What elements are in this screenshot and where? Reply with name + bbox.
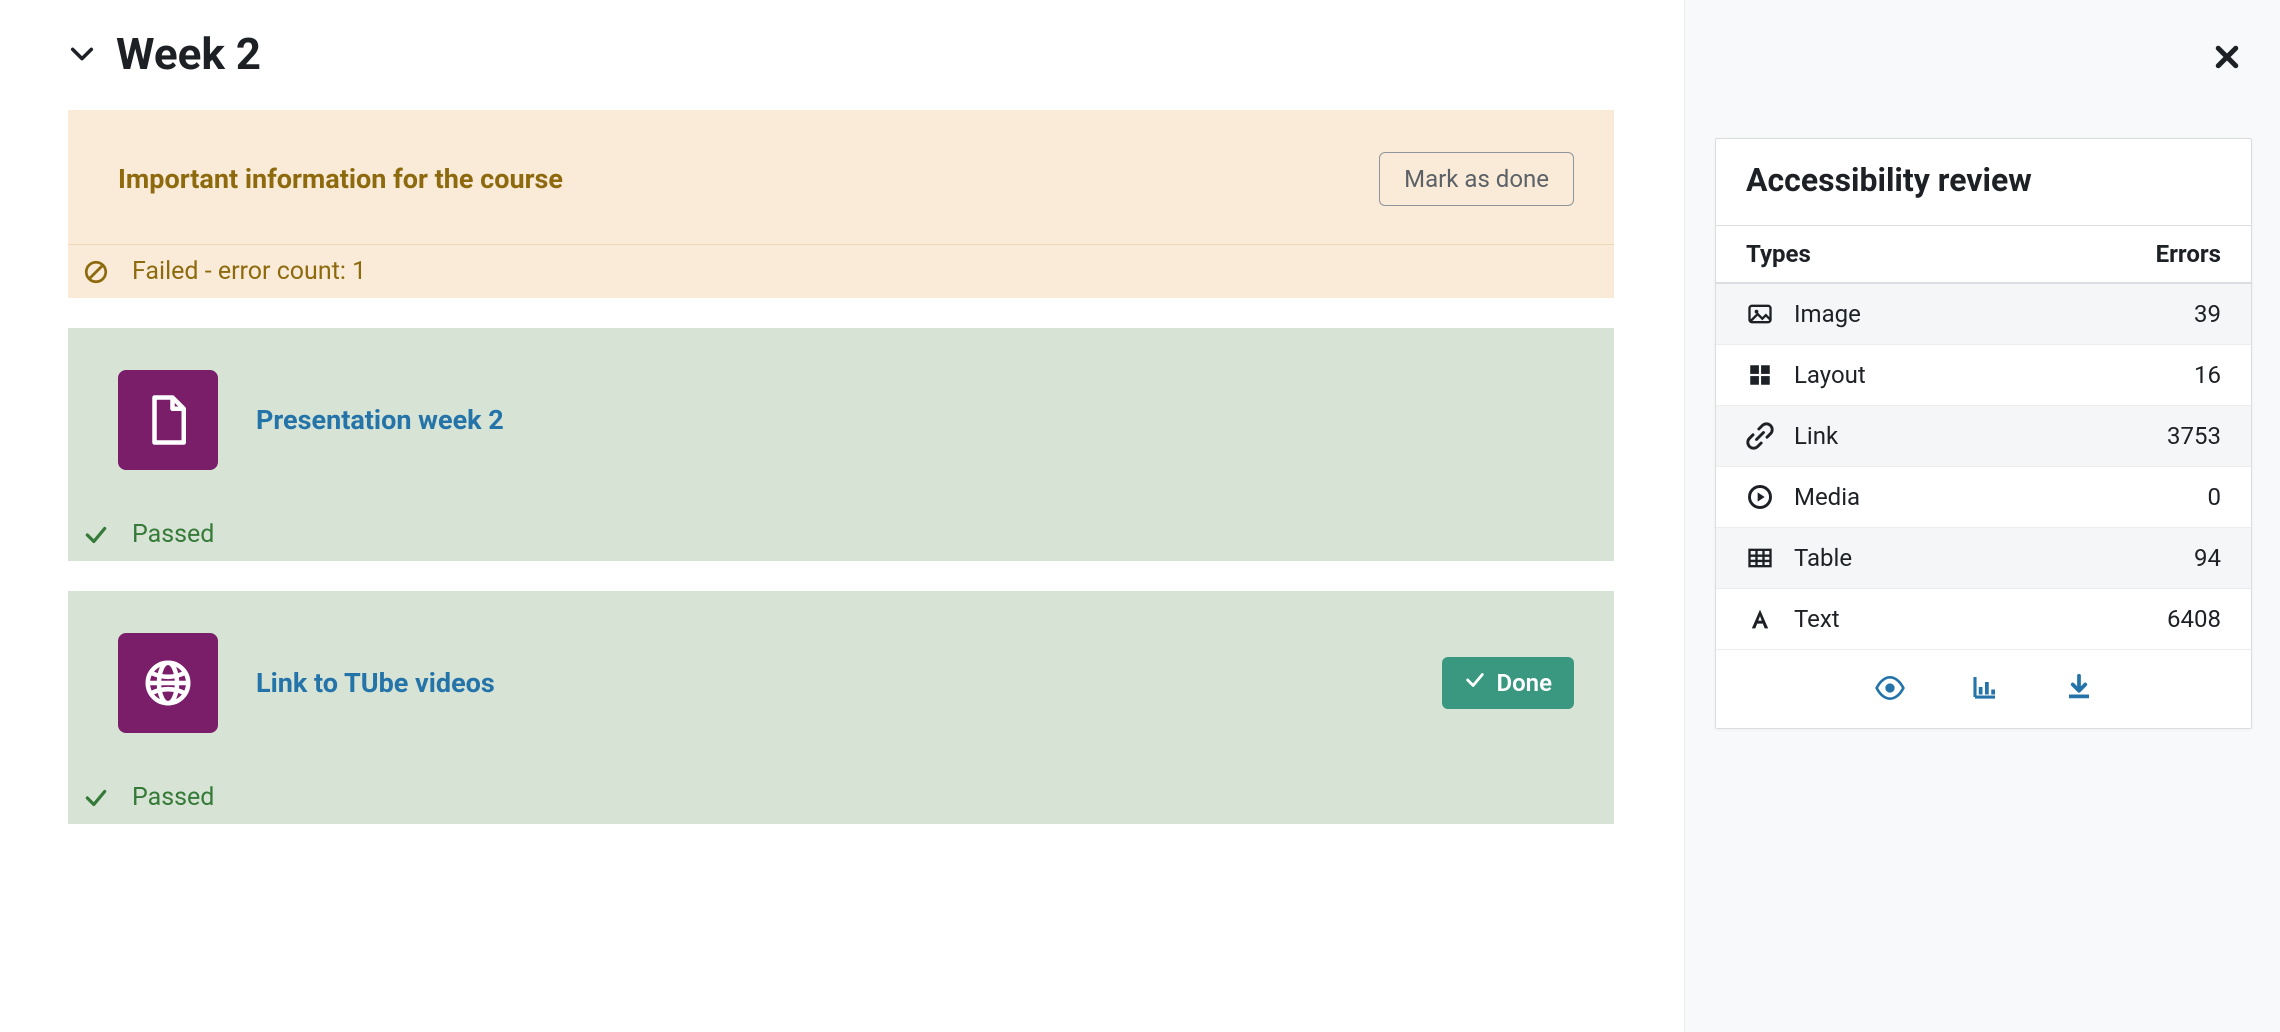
view-icon[interactable] bbox=[1874, 672, 1906, 704]
check-icon bbox=[1464, 669, 1486, 697]
done-button[interactable]: Done bbox=[1442, 657, 1574, 709]
type-label: Layout bbox=[1794, 361, 1866, 389]
link-icon bbox=[1746, 422, 1774, 450]
section-title: Week 2 bbox=[116, 28, 261, 80]
accessibility-side-panel: Accessibility review Types Errors I bbox=[1684, 0, 2280, 1032]
passed-icon bbox=[82, 784, 110, 812]
mark-as-done-button[interactable]: Mark as done bbox=[1379, 152, 1574, 206]
activity-link-tube-videos: Link to TUbe videos Done Passed bbox=[68, 591, 1614, 824]
passed-icon bbox=[82, 521, 110, 549]
error-count: 94 bbox=[2031, 528, 2251, 589]
type-label: Text bbox=[1794, 605, 1840, 633]
table-row[interactable]: Table 94 bbox=[1716, 528, 2251, 589]
close-icon[interactable] bbox=[2212, 42, 2242, 76]
page-icon bbox=[118, 370, 218, 470]
panel-actions bbox=[1716, 650, 2251, 728]
layout-icon bbox=[1746, 361, 1774, 389]
image-icon bbox=[1746, 300, 1774, 328]
error-count: 6408 bbox=[2031, 589, 2251, 650]
type-label: Image bbox=[1794, 300, 1861, 328]
activity-status-text: Passed bbox=[132, 783, 214, 812]
download-icon[interactable] bbox=[2064, 672, 2094, 704]
type-label: Table bbox=[1794, 544, 1852, 572]
text-icon bbox=[1746, 605, 1774, 633]
activity-title[interactable]: Link to TUbe videos bbox=[256, 667, 495, 699]
done-button-label: Done bbox=[1496, 669, 1552, 697]
media-icon bbox=[1746, 483, 1774, 511]
activity-status-text: Failed - error count: 1 bbox=[132, 257, 366, 286]
activity-status-row: Passed bbox=[68, 508, 1614, 561]
col-header-errors: Errors bbox=[2031, 226, 2251, 284]
accessibility-review-panel: Accessibility review Types Errors I bbox=[1715, 138, 2252, 729]
failed-icon bbox=[82, 258, 110, 286]
type-label: Link bbox=[1794, 422, 1838, 450]
activity-status-row: Failed - error count: 1 bbox=[68, 244, 1614, 298]
panel-title: Accessibility review bbox=[1716, 139, 2251, 225]
chart-icon[interactable] bbox=[1970, 672, 2000, 704]
table-row[interactable]: Text 6408 bbox=[1716, 589, 2251, 650]
activity-title[interactable]: Important information for the course bbox=[118, 163, 563, 195]
activity-status-text: Passed bbox=[132, 520, 214, 549]
table-row[interactable]: Media 0 bbox=[1716, 467, 2251, 528]
table-row[interactable]: Layout 16 bbox=[1716, 345, 2251, 406]
table-icon bbox=[1746, 544, 1774, 572]
chevron-down-icon[interactable] bbox=[68, 40, 96, 68]
error-count: 0 bbox=[2031, 467, 2251, 528]
section-header: Week 2 bbox=[68, 0, 1614, 110]
table-row[interactable]: Image 39 bbox=[1716, 283, 2251, 345]
error-count: 3753 bbox=[2031, 406, 2251, 467]
table-row[interactable]: Link 3753 bbox=[1716, 406, 2251, 467]
activity-status-row: Passed bbox=[68, 771, 1614, 824]
activity-presentation-week2: Presentation week 2 Passed bbox=[68, 328, 1614, 561]
globe-icon bbox=[118, 633, 218, 733]
col-header-types: Types bbox=[1716, 226, 2031, 284]
error-count: 16 bbox=[2031, 345, 2251, 406]
accessibility-types-table: Types Errors Image 39 bbox=[1716, 225, 2251, 650]
type-label: Media bbox=[1794, 483, 1860, 511]
error-count: 39 bbox=[2031, 283, 2251, 345]
activity-important-info: Important information for the course Mar… bbox=[68, 110, 1614, 298]
activity-title[interactable]: Presentation week 2 bbox=[256, 404, 504, 436]
